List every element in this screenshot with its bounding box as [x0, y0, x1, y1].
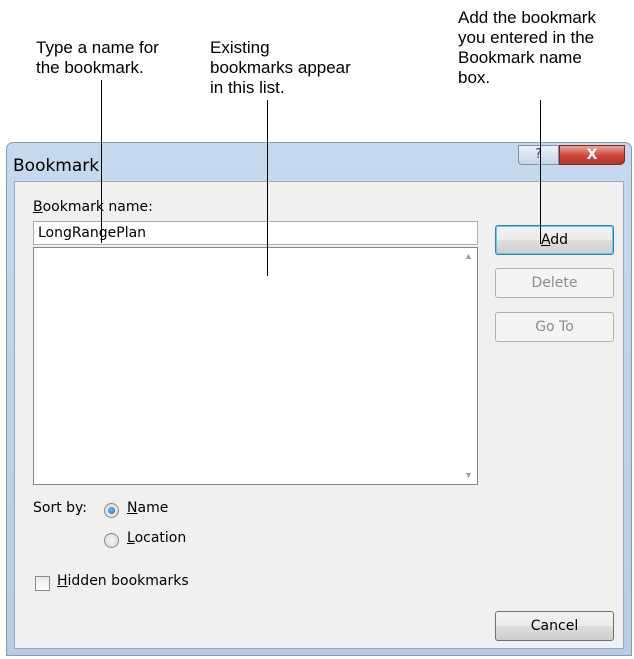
dialog-title: Bookmark	[13, 156, 100, 176]
callout-add-line-pointer	[540, 100, 541, 244]
callout-name-line-pointer	[101, 80, 102, 243]
label-text: idden bookmarks	[67, 573, 189, 589]
sort-name-label[interactable]: Name	[127, 500, 168, 516]
bookmark-name-label: Bookmark name:	[33, 199, 153, 215]
callout-add: Add the bookmark you entered in the Book…	[458, 8, 596, 88]
callout-list-line: in this list.	[210, 78, 285, 97]
add-button[interactable]: Add	[495, 225, 614, 255]
delete-button[interactable]: Delete	[495, 268, 614, 298]
sort-name-radio[interactable]	[104, 503, 119, 518]
callout-name-line: Type a name for	[36, 38, 159, 57]
bookmark-name-input[interactable]	[33, 221, 478, 245]
access-key: L	[127, 530, 135, 546]
button-label: dd	[550, 232, 569, 248]
access-key: N	[127, 500, 138, 516]
scroll-up-icon[interactable]: ▲	[460, 248, 477, 265]
callout-add-line: Add the bookmark	[458, 8, 596, 27]
bookmark-list[interactable]: ▲ ▼	[33, 247, 478, 485]
callout-add-line: you entered in the	[458, 28, 595, 47]
bookmark-dialog: Bookmark ? X Bookmark name: ▲ ▼ Add Dele…	[6, 142, 632, 656]
help-button[interactable]: ?	[518, 145, 559, 165]
access-key: A	[540, 232, 551, 248]
close-button[interactable]: X	[559, 145, 625, 165]
dialog-body: Bookmark name: ▲ ▼ Add Delete Go To Sort…	[14, 181, 624, 649]
callout-name-line: the bookmark.	[36, 58, 144, 77]
callout-add-line: box.	[458, 68, 491, 87]
hidden-bookmarks-checkbox[interactable]	[35, 576, 50, 591]
callout-list-line-pointer	[267, 100, 268, 276]
sort-by-label: Sort by:	[33, 500, 88, 516]
go-to-button[interactable]: Go To	[495, 312, 614, 342]
access-key: B	[33, 199, 43, 215]
sort-location-radio[interactable]	[104, 533, 119, 548]
sort-location-label[interactable]: Location	[127, 530, 186, 546]
close-icon: X	[586, 147, 598, 163]
label-text: ookmark name:	[42, 199, 153, 215]
scroll-down-icon[interactable]: ▼	[460, 467, 477, 484]
callout-list-line: bookmarks appear	[210, 58, 351, 77]
hidden-bookmarks-label[interactable]: Hidden bookmarks	[57, 573, 189, 589]
callout-add-line: Bookmark name	[458, 48, 582, 67]
callout-name: Type a name for the bookmark.	[36, 38, 159, 78]
callout-list: Existing bookmarks appear in this list.	[210, 38, 351, 98]
label-text: ocation	[134, 530, 187, 546]
list-scrollbar[interactable]: ▲ ▼	[460, 248, 477, 484]
cancel-button[interactable]: Cancel	[495, 611, 614, 641]
callout-list-line: Existing	[210, 38, 270, 57]
access-key: H	[57, 573, 68, 589]
label-text: ame	[137, 500, 169, 516]
